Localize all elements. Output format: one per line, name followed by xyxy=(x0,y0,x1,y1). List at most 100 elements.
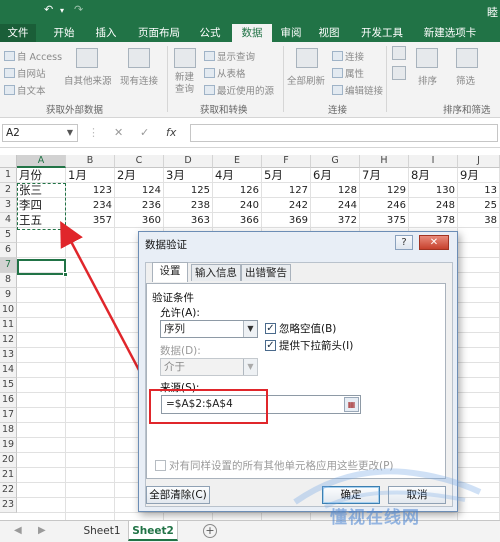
tab-new[interactable]: 新建选项卡 xyxy=(414,24,486,42)
cell-f3[interactable]: 242 xyxy=(262,198,311,213)
row-header-20[interactable]: 20 xyxy=(0,453,17,468)
row-header-1[interactable]: 1 xyxy=(0,168,17,183)
tab-error-alert[interactable]: 出错警告 xyxy=(241,264,291,281)
column-header-g[interactable]: G xyxy=(311,155,360,168)
undo-icon[interactable]: ↶ xyxy=(44,3,53,16)
recent-sources-button[interactable]: 最近使用的源 xyxy=(204,83,274,97)
column-header-h[interactable]: H xyxy=(360,155,409,168)
insert-function-icon[interactable]: fx xyxy=(166,126,176,139)
tab-developer[interactable]: 开发工具 xyxy=(352,24,412,42)
formula-input[interactable] xyxy=(190,124,498,142)
from-access-button[interactable]: 自 Access xyxy=(4,49,62,63)
prev-sheet-icon[interactable]: ◀ xyxy=(14,525,22,536)
filter-button[interactable]: 筛选 xyxy=(456,73,475,87)
column-header-d[interactable]: D xyxy=(164,155,213,168)
cell-b2[interactable]: 123 xyxy=(66,183,115,198)
cell-f4[interactable]: 369 xyxy=(262,213,311,228)
cell-i3[interactable]: 248 xyxy=(409,198,458,213)
row-header-19[interactable]: 19 xyxy=(0,438,17,453)
cell-i2[interactable]: 130 xyxy=(409,183,458,198)
cell-b1[interactable]: 1月 xyxy=(66,168,115,183)
row-header-14[interactable]: 14 xyxy=(0,363,17,378)
cell-j3[interactable]: 25 xyxy=(458,198,500,213)
cell-d4[interactable]: 363 xyxy=(164,213,213,228)
from-web-button[interactable]: 自网站 xyxy=(4,66,46,80)
close-button[interactable]: ✕ xyxy=(419,235,449,250)
sort-za-icon[interactable] xyxy=(392,66,406,80)
tab-input-message[interactable]: 输入信息 xyxy=(191,264,241,281)
column-header-b[interactable]: B xyxy=(66,155,115,168)
row-header-9[interactable]: 9 xyxy=(0,288,17,303)
active-cell[interactable] xyxy=(17,259,66,275)
tab-view[interactable]: 视图 xyxy=(312,24,346,42)
cell-g2[interactable]: 128 xyxy=(311,183,360,198)
cell-h4[interactable]: 375 xyxy=(360,213,409,228)
row-header-23[interactable]: 23 xyxy=(0,498,17,513)
add-sheet-button[interactable]: + xyxy=(203,524,217,538)
cell-e1[interactable]: 4月 xyxy=(213,168,262,183)
cell-g1[interactable]: 6月 xyxy=(311,168,360,183)
row-header-13[interactable]: 13 xyxy=(0,348,17,363)
redo-icon[interactable]: ↷ xyxy=(74,3,83,16)
from-text-button[interactable]: 自文本 xyxy=(4,83,46,97)
cancel-icon[interactable]: ✕ xyxy=(114,126,123,139)
chevron-down-icon[interactable]: ▼ xyxy=(243,359,257,375)
row-header-17[interactable]: 17 xyxy=(0,408,17,423)
chevron-down-icon[interactable]: ▼ xyxy=(243,321,257,337)
sheet-tab-sheet1[interactable]: Sheet1 xyxy=(80,521,124,541)
name-box[interactable]: A2 ▼ xyxy=(2,124,78,142)
sort-az-icon[interactable] xyxy=(392,46,406,60)
from-table-button[interactable]: 从表格 xyxy=(204,66,246,80)
enter-icon[interactable]: ✓ xyxy=(140,126,149,139)
row-header-18[interactable]: 18 xyxy=(0,423,17,438)
cell-g3[interactable]: 244 xyxy=(311,198,360,213)
cell-c4[interactable]: 360 xyxy=(115,213,164,228)
row-header-21[interactable]: 21 xyxy=(0,468,17,483)
range-picker-icon[interactable]: ▦ xyxy=(344,397,359,412)
other-sources-button[interactable]: 自其他来源 xyxy=(64,73,112,87)
tab-insert[interactable]: 插入 xyxy=(88,24,124,42)
row-header-22[interactable]: 22 xyxy=(0,483,17,498)
cell-f2[interactable]: 127 xyxy=(262,183,311,198)
fill-handle[interactable] xyxy=(63,272,68,277)
row-header-8[interactable]: 8 xyxy=(0,273,17,288)
cell-c1[interactable]: 2月 xyxy=(115,168,164,183)
cell-f1[interactable]: 5月 xyxy=(262,168,311,183)
column-header-e[interactable]: E xyxy=(213,155,262,168)
chevron-down-icon[interactable]: ▼ xyxy=(67,125,73,141)
cell-d3[interactable]: 238 xyxy=(164,198,213,213)
apply-all-checkbox[interactable] xyxy=(155,460,166,471)
row-header-12[interactable]: 12 xyxy=(0,333,17,348)
column-header-j[interactable]: J xyxy=(458,155,500,168)
allow-select[interactable]: 序列 ▼ xyxy=(160,320,258,338)
tab-settings[interactable]: 设置 xyxy=(152,262,188,282)
tab-file[interactable]: 文件 xyxy=(0,24,36,42)
cell-b4[interactable]: 357 xyxy=(66,213,115,228)
cell-j4[interactable]: 38 xyxy=(458,213,500,228)
column-header-c[interactable]: C xyxy=(115,155,164,168)
cell-c3[interactable]: 236 xyxy=(115,198,164,213)
row-header-10[interactable]: 10 xyxy=(0,303,17,318)
row-header-16[interactable]: 16 xyxy=(0,393,17,408)
tab-review[interactable]: 审阅 xyxy=(274,24,308,42)
clear-all-button[interactable]: 全部清除(C) xyxy=(146,486,210,504)
edit-links-button[interactable]: 编辑链接 xyxy=(332,83,383,97)
row-header-7[interactable]: 7 xyxy=(0,258,17,273)
select-all-corner[interactable] xyxy=(0,155,17,168)
row-header-6[interactable]: 6 xyxy=(0,243,17,258)
ignore-blank-checkbox[interactable]: ✓ xyxy=(265,323,276,334)
cell-e4[interactable]: 366 xyxy=(213,213,262,228)
row-header-2[interactable]: 2 xyxy=(0,183,17,198)
tab-data[interactable]: 数据 xyxy=(232,24,272,42)
tab-home[interactable]: 开始 xyxy=(44,24,84,42)
show-queries-button[interactable]: 显示查询 xyxy=(204,49,255,63)
refresh-all-button[interactable]: 全部刷新 xyxy=(287,73,325,87)
row-header-5[interactable]: 5 xyxy=(0,228,17,243)
connections-button[interactable]: 连接 xyxy=(332,49,364,63)
row-header-11[interactable]: 11 xyxy=(0,318,17,333)
cell-j2[interactable]: 13 xyxy=(458,183,500,198)
sort-button[interactable]: 排序 xyxy=(418,73,437,87)
cell-j1[interactable]: 9月 xyxy=(458,168,500,183)
row-header-4[interactable]: 4 xyxy=(0,213,17,228)
cell-h1[interactable]: 7月 xyxy=(360,168,409,183)
